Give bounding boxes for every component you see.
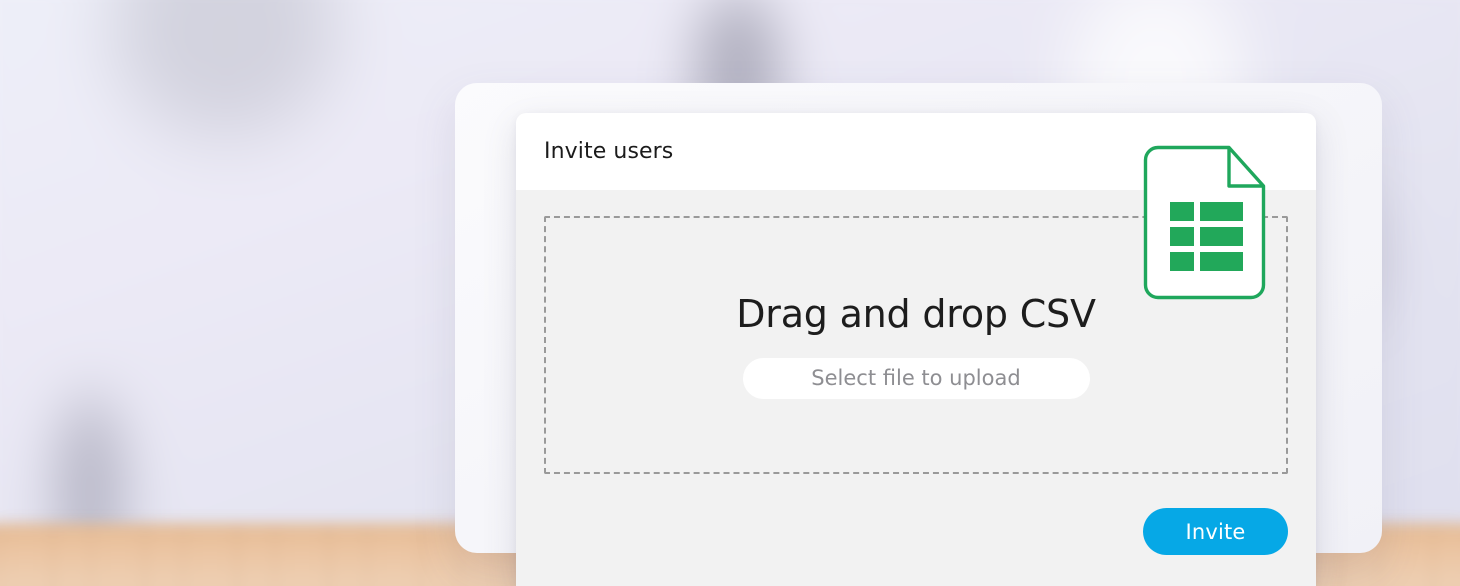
dropzone-heading: Drag and drop CSV xyxy=(736,291,1096,336)
dialog-footer: Invite xyxy=(544,508,1288,555)
screenshot-stage: Invite users Drag and drop CSV Select fi… xyxy=(0,0,1460,586)
csv-file-icon xyxy=(1141,144,1267,301)
select-file-button[interactable]: Select file to upload xyxy=(742,357,1090,399)
page-title: Invite users xyxy=(544,139,674,164)
invite-button[interactable]: Invite xyxy=(1143,508,1288,555)
